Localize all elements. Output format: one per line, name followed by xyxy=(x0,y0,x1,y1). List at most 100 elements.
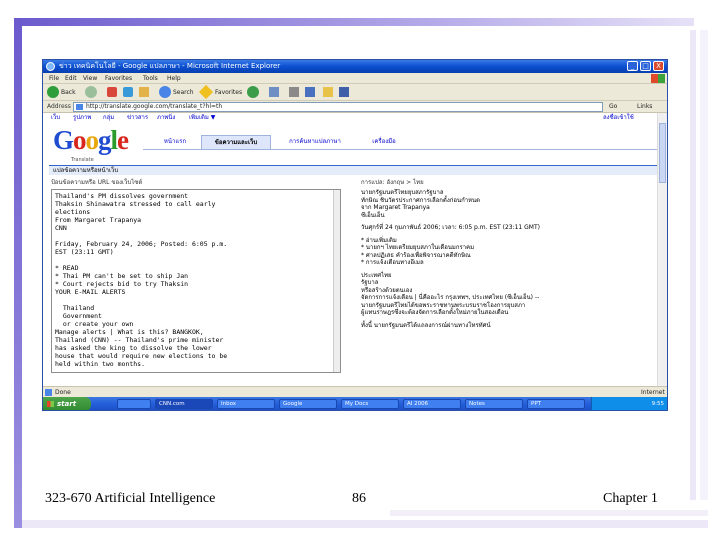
footer-chapter: Chapter 1 xyxy=(603,491,658,506)
result-line: * ศาลปฏิเสธ คำร้องเพื่อพิจารณาคดีทักษิณ xyxy=(361,251,471,259)
nav-images[interactable]: รูปภาพ xyxy=(73,114,91,122)
google-top-nav: เว็บ รูปภาพ กลุ่ม ข่าวสาร ภาพนิ่ง เพิ่มเ… xyxy=(43,113,657,123)
history-icon[interactable] xyxy=(247,86,259,98)
tab-underline xyxy=(143,149,657,150)
slide-bottom-accent-stripe-short xyxy=(390,510,708,516)
menu-favorites[interactable]: Favorites xyxy=(105,74,132,83)
taskbar-item[interactable]: AI 2006 xyxy=(403,399,461,409)
taskbar-item[interactable]: CNN.com xyxy=(155,399,213,409)
favorites-button-label[interactable]: Favorites xyxy=(215,86,242,99)
print-icon[interactable] xyxy=(289,87,299,97)
page-scrollbar-thumb[interactable] xyxy=(659,123,666,183)
source-scrollbar[interactable] xyxy=(333,190,340,372)
search-icon[interactable] xyxy=(159,86,171,98)
links-button[interactable]: Links xyxy=(637,102,652,112)
go-button[interactable]: Go xyxy=(609,102,631,112)
windows-flag-icon xyxy=(47,401,54,407)
browser-window: ข่าว เทคนิคโนโลยี - Google แปลภาษา - Mic… xyxy=(42,59,668,411)
minimize-button[interactable]: _ xyxy=(627,61,638,71)
tab-home[interactable]: หน้าแรก xyxy=(153,135,197,149)
result-line: ซีเอ็นเอ็น xyxy=(361,211,385,219)
result-line: ประเทศไทย xyxy=(361,271,392,279)
google-logo-subtitle: Translate xyxy=(71,157,94,163)
result-line: นายกรัฐมนตรีไทยยุบสภารัฐบาล xyxy=(361,189,444,196)
forward-arrow-icon[interactable] xyxy=(85,86,97,98)
address-input[interactable]: http://translate.google.com/translate_t?… xyxy=(73,102,603,112)
refresh-icon[interactable] xyxy=(123,87,133,97)
result-line: หรือสร้างด้วยตนเอง xyxy=(361,286,413,294)
slide-right-accent-stripe-outer xyxy=(700,30,708,500)
zone-text: Internet xyxy=(641,389,665,396)
menu-help[interactable]: Help xyxy=(167,74,181,83)
nav-more[interactable]: เพิ่มเติม ▼ xyxy=(189,114,215,122)
menu-bar: File Edit View Favorites Tools Help xyxy=(43,73,667,84)
result-line: * นายกฯ ไทยเตรียมยุบสภาในเดือนมกราคม xyxy=(361,244,475,251)
window-title: ข่าว เทคนิคโนโลยี - Google แปลภาษา - Mic… xyxy=(59,62,281,70)
nav-web[interactable]: เว็บ xyxy=(51,114,60,122)
page-icon xyxy=(76,104,83,110)
result-line: จาก Margaret Trapanya xyxy=(361,204,430,211)
footer-page-number: 86 xyxy=(352,491,366,506)
windows-logo-icon xyxy=(651,74,665,83)
sign-in-link[interactable]: ลงชื่อเข้าใช้ xyxy=(603,114,634,122)
taskbar-item[interactable] xyxy=(117,399,151,409)
tab-translated-search[interactable]: การค้นหาแปลภาษา xyxy=(277,135,353,149)
menu-tools[interactable]: Tools xyxy=(143,74,158,83)
section-header: แปลข้อความหรือหน้าเว็บ xyxy=(49,165,657,175)
taskbar-item[interactable]: Inbox xyxy=(217,399,275,409)
back-arrow-icon[interactable] xyxy=(47,86,59,98)
maximize-button[interactable]: □ xyxy=(640,61,651,71)
nav-video[interactable]: ภาพนิ่ง xyxy=(157,114,175,122)
system-tray-clock: 9:55 xyxy=(591,397,667,410)
search-button-label[interactable]: Search xyxy=(173,86,194,99)
tab-tools[interactable]: เครื่องมือ xyxy=(359,135,409,149)
start-label: start xyxy=(57,400,77,408)
result-line: ทั้งนี้ นายกรัฐมนตรีได้แถลงการณ์ผ่านทางโ… xyxy=(361,321,491,329)
address-url: http://translate.google.com/translate_t?… xyxy=(86,103,223,110)
google-logo: Google xyxy=(53,125,129,155)
slide-bottom-accent-stripe xyxy=(22,520,708,528)
page-scrollbar[interactable] xyxy=(657,113,667,386)
taskbar-item[interactable]: Google xyxy=(279,399,337,409)
result-line: นายกรัฐมนตรีไทยได้ขอพระราชทานพระบรมราชโอ… xyxy=(361,301,526,309)
result-line: ผู้แทนราษฎรซึ่งจะต้องจัดการเลือกตั้งใหม่… xyxy=(361,309,509,316)
stop-icon[interactable] xyxy=(107,87,117,97)
result-line: * การแจ้งเตือนทางอีเมล xyxy=(361,259,424,266)
close-button[interactable]: X xyxy=(653,61,664,71)
folder-icon[interactable] xyxy=(323,87,333,97)
standard-toolbar: Back Search Favorites xyxy=(43,84,667,101)
result-line: ทักษิณ ชินวัตรประกาศการเลือกตั้งก่อนกำหน… xyxy=(361,196,481,204)
result-line: รัฐบาล xyxy=(361,279,379,286)
menu-view[interactable]: View xyxy=(83,74,97,83)
messenger-icon[interactable] xyxy=(339,87,349,97)
source-text-area[interactable]: Thailand's PM dissolves government Thaks… xyxy=(51,189,341,373)
taskbar-item[interactable]: Notes xyxy=(465,399,523,409)
address-bar: Address http://translate.google.com/tran… xyxy=(43,101,667,113)
window-titlebar: ข่าว เทคนิคโนโลยี - Google แปลภาษา - Mic… xyxy=(43,60,667,73)
edit-icon[interactable] xyxy=(305,87,315,97)
result-line: วันศุกร์ที่ 24 กุมภาพันธ์ 2006; เวลา: 6:… xyxy=(361,224,540,231)
source-text: Thailand's PM dissolves government Thaks… xyxy=(55,192,228,368)
slide-right-accent-stripe xyxy=(690,30,696,500)
result-label: การแปล: อังกฤษ > ไทย xyxy=(361,179,424,186)
result-line: * อ่านเพิ่มเติม xyxy=(361,236,397,244)
start-button[interactable]: start xyxy=(43,397,91,410)
taskbar-item[interactable]: PPT xyxy=(527,399,585,409)
back-button-label[interactable]: Back xyxy=(61,86,76,99)
status-bar: Done Internet xyxy=(43,386,667,397)
page-content: เว็บ รูปภาพ กลุ่ม ข่าวสาร ภาพนิ่ง เพิ่มเ… xyxy=(43,113,667,386)
favorites-star-icon[interactable] xyxy=(198,84,214,100)
footer-course-title: 323-670 Artificial Intelligence xyxy=(45,491,216,506)
page-status-icon xyxy=(45,389,52,396)
source-label: ป้อนข้อความหรือ URL ของเว็บไซต์ xyxy=(51,179,143,186)
menu-edit[interactable]: Edit xyxy=(65,74,77,83)
menu-file[interactable]: File xyxy=(49,74,59,83)
tab-text-and-web[interactable]: ข้อความและเว็บ xyxy=(201,135,271,149)
nav-groups[interactable]: กลุ่ม xyxy=(103,114,114,122)
slide-top-accent-bar xyxy=(14,18,694,26)
taskbar-item[interactable]: My Docs xyxy=(341,399,399,409)
home-icon[interactable] xyxy=(139,87,149,97)
nav-news[interactable]: ข่าวสาร xyxy=(127,114,148,122)
mail-icon[interactable] xyxy=(269,87,279,97)
windows-taskbar: start CNN.com Inbox Google My Docs AI 20… xyxy=(43,397,667,410)
